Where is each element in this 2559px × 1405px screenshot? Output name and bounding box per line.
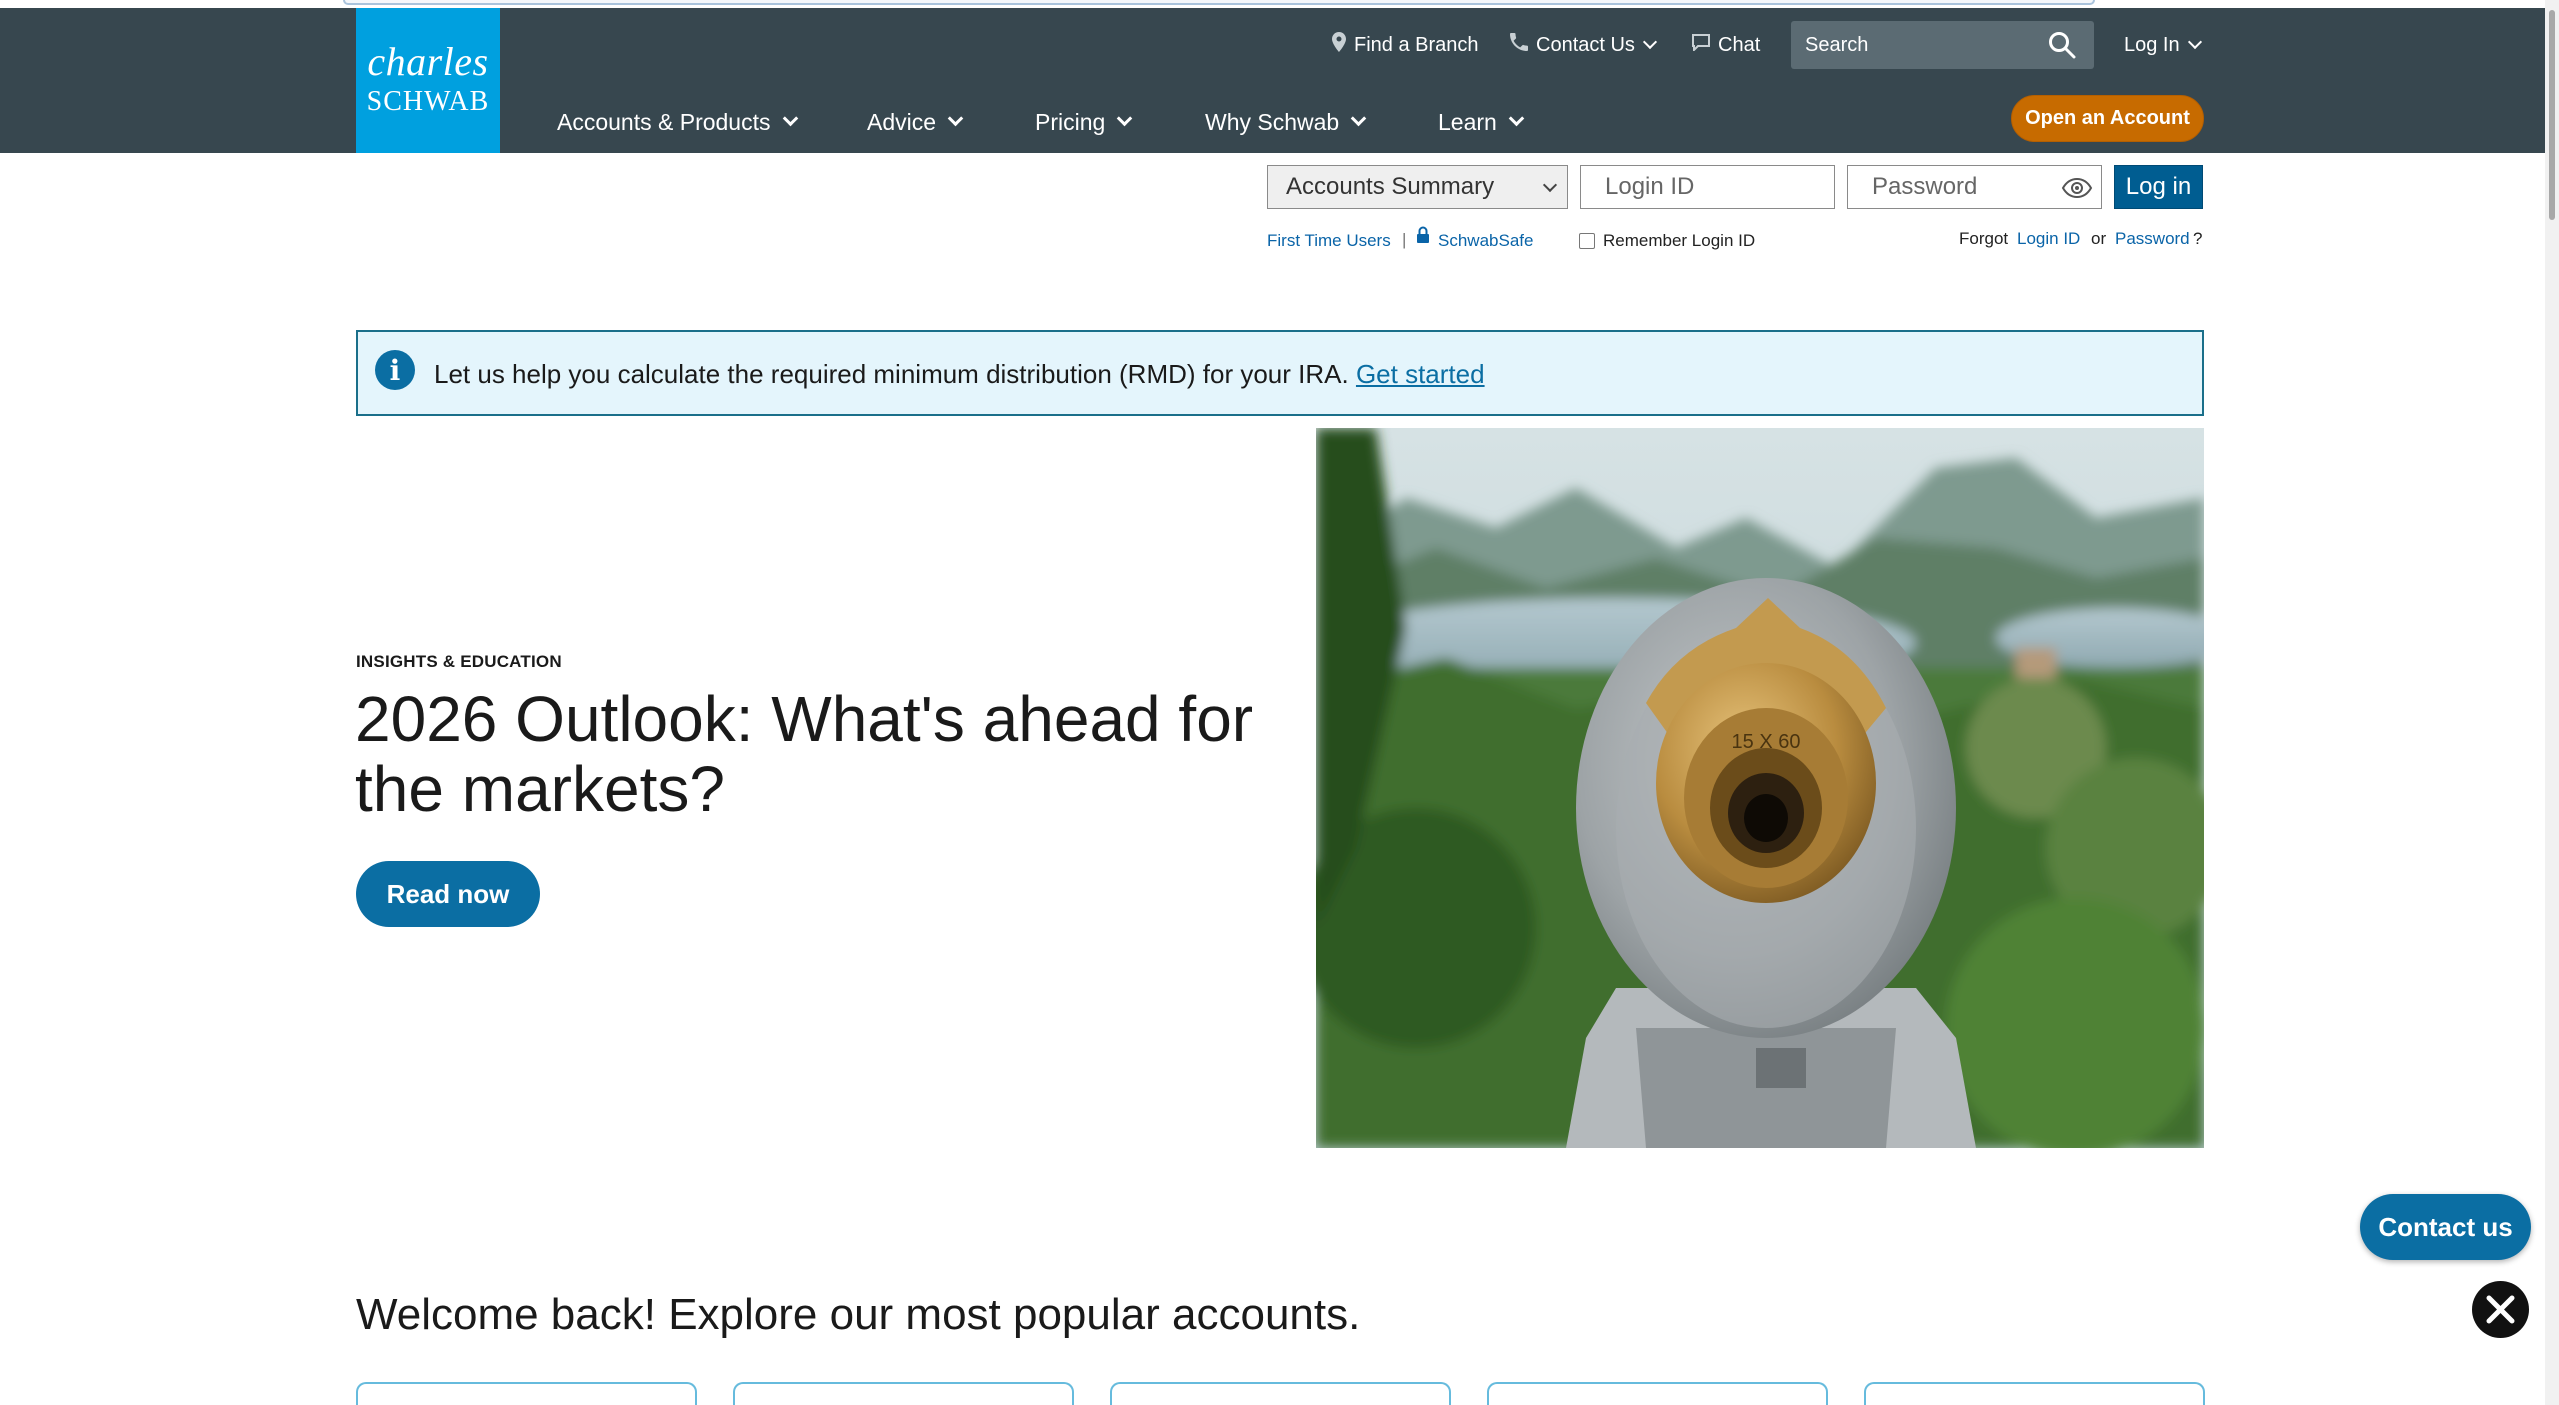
page-scrollbar[interactable] [2545, 0, 2559, 1405]
chat-link[interactable]: Chat [1692, 8, 1760, 82]
forgot-login-id-link[interactable]: Login ID [2017, 229, 2080, 249]
nav-learn[interactable]: Learn [1438, 98, 1525, 146]
forgot-password-link[interactable]: Password [2115, 229, 2190, 249]
account-card[interactable] [1864, 1382, 2205, 1405]
lock-icon [1416, 226, 1430, 249]
address-bar-edge [343, 0, 2095, 5]
read-now-button[interactable]: Read now [356, 861, 540, 927]
welcome-heading: Welcome back! Explore our most popular a… [356, 1290, 1361, 1339]
chevron-down-icon [1642, 34, 1658, 50]
nav-accounts-products[interactable]: Accounts & Products [557, 98, 798, 146]
chat-bubble-icon [1692, 33, 1710, 57]
nav-label: Learn [1438, 108, 1497, 135]
forgot-or: or [2091, 229, 2107, 248]
get-started-link[interactable]: Get started [1356, 359, 1485, 389]
close-icon [2486, 1295, 2515, 1324]
chevron-down-icon [1542, 177, 1558, 193]
contact-us-float-button[interactable]: Contact us [2360, 1194, 2531, 1260]
browser-top-strip [0, 0, 2559, 8]
rmd-info-banner: i Let us help you calculate the required… [356, 330, 2204, 416]
show-password-icon[interactable] [2061, 177, 2093, 199]
site-search [1791, 21, 2094, 69]
logo-line-2: SCHWAB [366, 86, 490, 117]
first-time-users-link[interactable]: First Time Users [1267, 231, 1391, 251]
account-card[interactable] [1110, 1382, 1451, 1405]
forgot-prefix: Forgot [1959, 229, 2009, 248]
remember-login-label: Remember Login ID [1603, 231, 1756, 250]
eyepiece-text: 15 X 60 [1732, 731, 1801, 753]
account-card[interactable] [1487, 1382, 1828, 1405]
scrollbar-thumb[interactable] [2549, 10, 2555, 220]
chevron-down-icon [2187, 34, 2202, 50]
hero-eyebrow: INSIGHTS & EDUCATION [356, 652, 562, 671]
banner-text: Let us help you calculate the required m… [434, 359, 1349, 389]
chevron-down-icon [1508, 110, 1525, 127]
remember-login-checkbox[interactable] [1579, 233, 1595, 249]
login-id-field[interactable] [1580, 165, 1835, 209]
chevron-down-icon [947, 110, 964, 127]
nav-label: Pricing [1035, 108, 1106, 135]
log-in-menu[interactable]: Log In [2124, 8, 2202, 82]
login-destination-select[interactable]: Accounts Summary [1267, 165, 1568, 209]
login-destination-value: Accounts Summary [1286, 173, 1495, 200]
contact-us-menu[interactable]: Contact Us [1510, 8, 1658, 82]
map-pin-icon [1332, 32, 1346, 58]
account-card[interactable] [733, 1382, 1074, 1405]
log-in-label: Log In [2124, 33, 2180, 56]
nav-advice[interactable]: Advice [867, 98, 964, 146]
contact-us-label: Contact Us [1536, 33, 1635, 56]
info-icon: i [375, 350, 415, 390]
chevron-down-icon [1350, 110, 1367, 127]
open-account-button[interactable]: Open an Account [2011, 95, 2204, 142]
logo-line-1: charles [367, 39, 489, 84]
search-icon[interactable] [2048, 31, 2076, 59]
nav-label: Accounts & Products [557, 108, 771, 135]
nav-pricing[interactable]: Pricing [1035, 98, 1133, 146]
nav-label: Why Schwab [1205, 108, 1340, 135]
nav-why-schwab[interactable]: Why Schwab [1205, 98, 1367, 146]
chevron-down-icon [782, 110, 798, 127]
nav-label: Advice [867, 108, 937, 135]
find-branch-label: Find a Branch [1354, 33, 1479, 56]
close-button[interactable] [2472, 1281, 2529, 1338]
chevron-down-icon [1117, 110, 1133, 127]
chat-label: Chat [1718, 33, 1761, 56]
schwab-logo[interactable]: charles SCHWAB [356, 8, 500, 153]
find-branch-link[interactable]: Find a Branch [1332, 8, 1479, 82]
banner-message: Let us help you calculate the required m… [434, 359, 1485, 390]
hero-title: 2026 Outlook: What's ahead for the marke… [355, 683, 1254, 825]
phone-icon [1510, 33, 1528, 57]
account-card[interactable] [356, 1382, 697, 1405]
forgot-suffix: ? [2193, 229, 2203, 248]
hero-binocular-image: 15 X 60 [1316, 428, 2204, 1148]
log-in-button[interactable]: Log in [2114, 165, 2203, 209]
schwabsafe-link[interactable]: SchwabSafe [1438, 231, 1533, 251]
search-input[interactable] [1791, 21, 2031, 69]
link-separator: | [1402, 230, 1407, 249]
